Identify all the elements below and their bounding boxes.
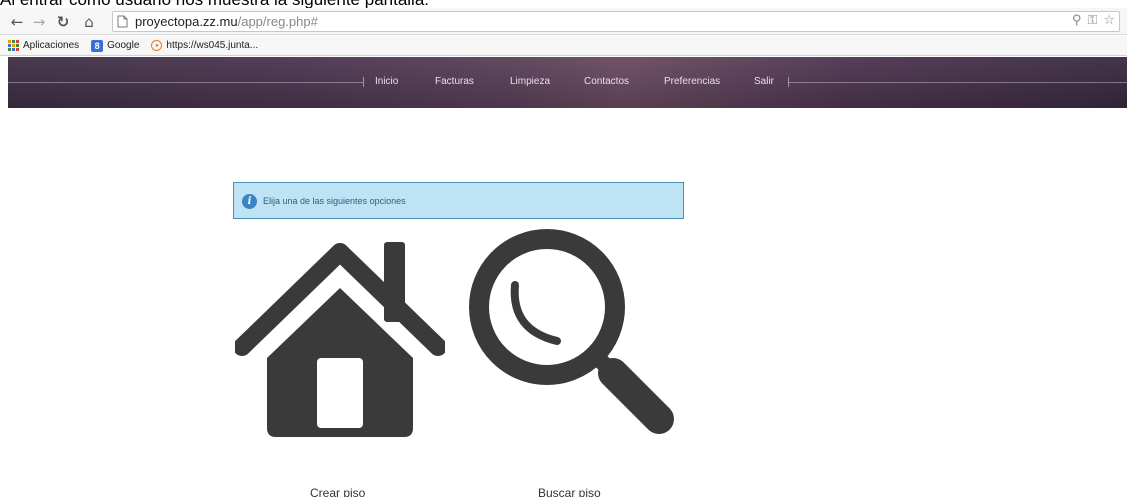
home-icon[interactable]: ⌂ [80,13,98,31]
nav-divider-right [788,82,1127,83]
document-caption: Al entrar como usuario nos muestra la si… [0,0,1127,8]
junta-icon: ● [151,40,163,51]
bookmark-label: https://ws045.junta... [166,40,259,51]
house-icon [233,242,447,437]
google-icon: 8 [91,39,104,52]
site-navigation-bar: Inicio Facturas Limpieza Contactos Prefe… [8,57,1127,108]
info-alert: i Elija una de las siguientes opciones [233,182,684,219]
buscar-piso-button[interactable] [465,225,685,440]
nav-link-contactos[interactable]: Contactos [584,76,629,88]
url-text: proyectopa.zz.mu/app/reg.php# [135,14,318,30]
apps-grid-icon [8,40,19,51]
bookmark-aplicaciones[interactable]: Aplicaciones [8,40,79,51]
nav-tick-right [788,77,789,87]
bookmark-label: Google [107,40,140,51]
buscar-piso-label[interactable]: Buscar piso [538,486,601,497]
nav-divider-left [8,82,363,83]
nav-link-inicio[interactable]: Inicio [375,76,398,88]
info-message: Elija una de las siguientes opciones [263,196,406,206]
page-icon [117,15,128,28]
bookmark-junta[interactable]: ● https://ws045.junta... [151,40,258,51]
crear-piso-label[interactable]: Crear piso [310,486,365,497]
browser-toolbar: ← → ↻ ⌂ proyectopa.zz.mu/app/reg.php# ⚲ … [0,8,1127,35]
address-bar-actions: ⚲ ⚿ ☆ [1072,13,1115,28]
nav-link-salir[interactable]: Salir [754,76,774,88]
key-icon[interactable]: ⚿ [1087,13,1097,28]
star-icon[interactable]: ☆ [1103,13,1115,28]
back-arrow-icon[interactable]: ← [8,13,26,31]
zoom-icon[interactable]: ⚲ [1072,13,1082,28]
nav-link-facturas[interactable]: Facturas [435,76,474,88]
crear-piso-button[interactable] [233,240,447,440]
bookmarks-bar: Aplicaciones 8 Google ● https://ws045.ju… [0,36,1127,56]
url-host: proyectopa.zz.mu [135,14,238,29]
nav-link-preferencias[interactable]: Preferencias [664,76,720,88]
url-path: /app/reg.php# [237,14,318,29]
nav-link-limpieza[interactable]: Limpieza [510,76,550,88]
bookmark-label: Aplicaciones [23,40,80,51]
bookmark-google[interactable]: 8 Google [91,39,140,52]
info-icon: i [242,194,257,209]
magnifier-icon [469,229,674,434]
nav-tick-left [363,77,364,87]
address-bar[interactable]: proyectopa.zz.mu/app/reg.php# ⚲ ⚿ ☆ [112,11,1120,32]
reload-icon[interactable]: ↻ [54,13,72,31]
forward-arrow-icon[interactable]: → [30,13,48,31]
